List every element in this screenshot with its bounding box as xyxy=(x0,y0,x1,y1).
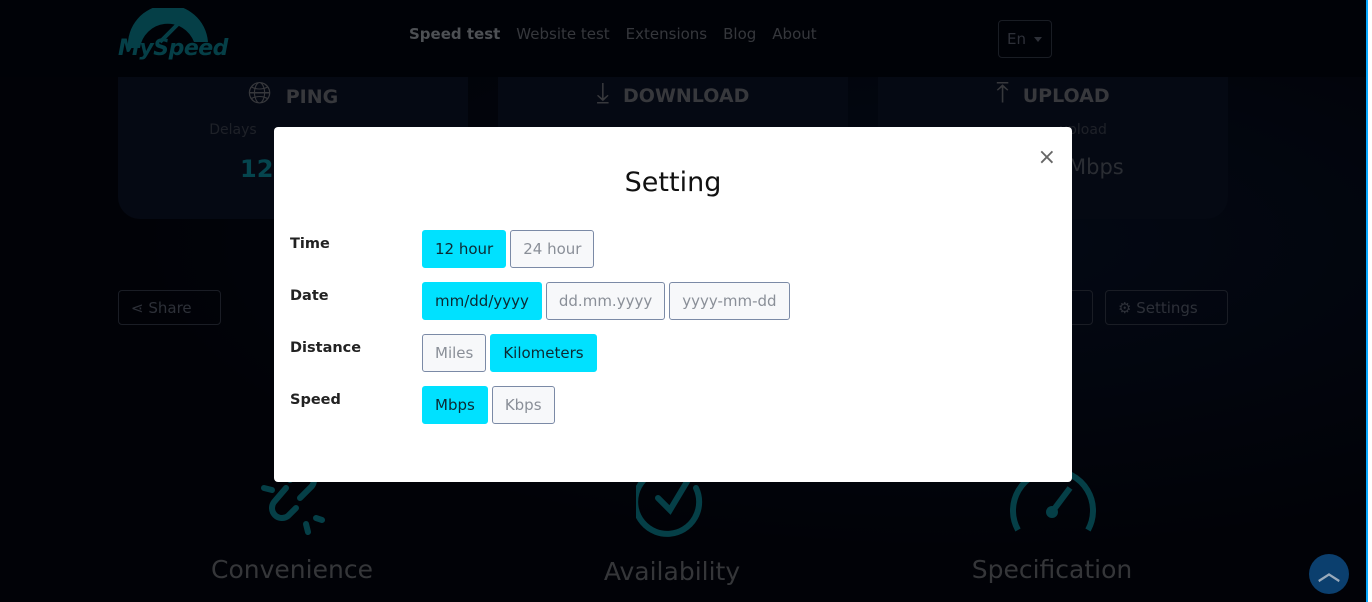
settings-modal: × Setting Time 12 hour 24 hour Date mm/dd/yy… xyxy=(274,127,1072,482)
option-button[interactable]: 24 hour xyxy=(510,230,595,268)
option-button[interactable]: dd.mm.yyyy xyxy=(545,282,666,320)
option-button[interactable]: 12 hour xyxy=(422,230,507,268)
edge-strip-white xyxy=(1368,0,1372,602)
setting-row-date: Date mm/dd/yyyy dd.mm.yyyy yyyy-mm-dd xyxy=(290,282,790,320)
setting-row-speed: Speed Mbps Kbps xyxy=(290,386,555,424)
setting-label: Distance xyxy=(290,340,362,356)
option-button[interactable]: mm/dd/yyyy xyxy=(422,282,542,320)
option-button[interactable]: Mbps xyxy=(422,386,488,424)
setting-row-time: Time 12 hour 24 hour xyxy=(290,230,595,268)
option-group: Miles Kilometers xyxy=(422,334,597,372)
option-group: 12 hour 24 hour xyxy=(422,230,595,268)
chevron-up-icon: ︿ xyxy=(1317,561,1340,586)
modal-title: Setting xyxy=(624,167,722,198)
option-button[interactable]: Kbps xyxy=(491,386,555,424)
option-button[interactable]: Kilometers xyxy=(490,334,597,372)
setting-row-distance: Distance Miles Kilometers xyxy=(290,334,597,372)
option-button[interactable]: yyyy-mm-dd xyxy=(669,282,790,320)
scroll-top-button[interactable]: ︿ xyxy=(1309,554,1349,594)
setting-label: Date xyxy=(290,288,329,304)
setting-label: Speed xyxy=(290,392,341,408)
option-group: Mbps Kbps xyxy=(422,386,555,424)
option-group: mm/dd/yyyy dd.mm.yyyy yyyy-mm-dd xyxy=(422,282,790,320)
option-button[interactable]: Miles xyxy=(422,334,487,372)
setting-label: Time xyxy=(290,236,330,252)
